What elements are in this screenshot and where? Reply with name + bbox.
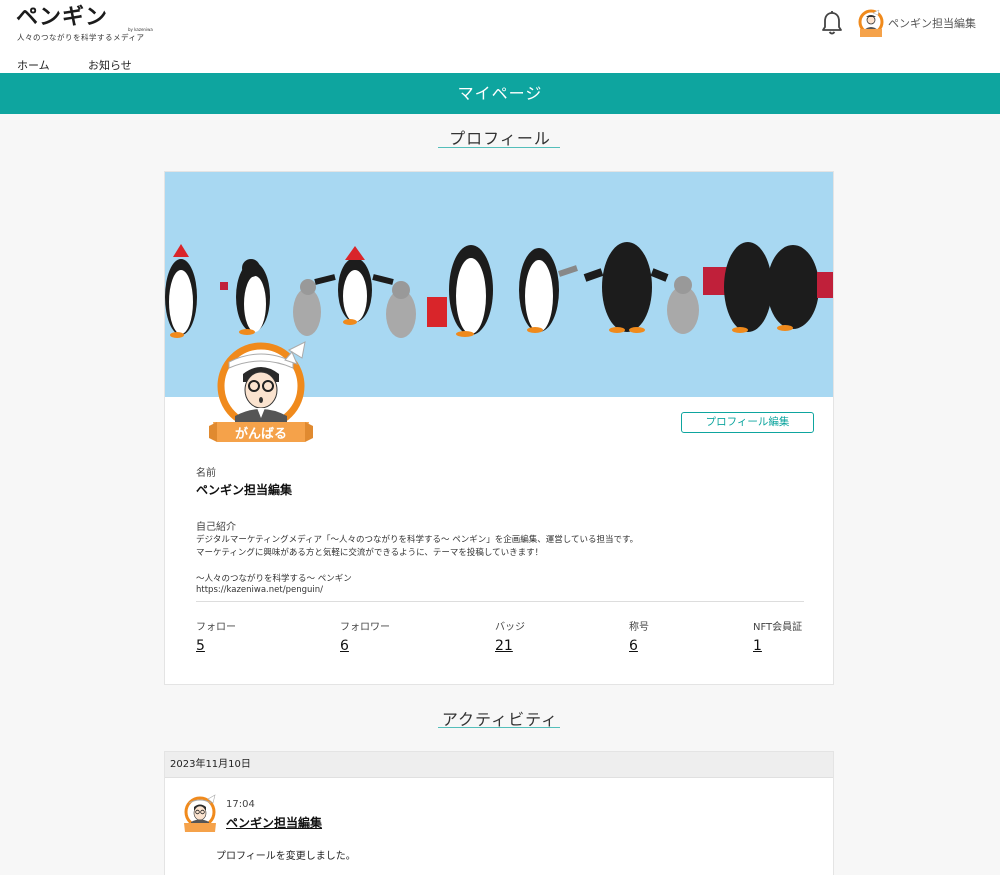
- stat-followers: フォロワー 6: [340, 618, 390, 654]
- stat-value-link[interactable]: 6: [629, 638, 649, 654]
- activity-message: プロフィールを変更しました。: [216, 851, 356, 862]
- bio-line: 〜人々のつながりを科学する〜 ペンギン: [196, 574, 352, 584]
- stat-label: フォロワー: [340, 622, 390, 633]
- site-header: ペンギン by kazeniwa 人々のつながりを科学するメディア ペンギン担当…: [0, 0, 1000, 73]
- activity-user-link[interactable]: ペンギン担当編集: [226, 814, 322, 831]
- notification-bell-icon[interactable]: [820, 10, 844, 36]
- profile-card: がんばる プロフィール編集 名前 ペンギン担当編集 自己紹介 デジタルマーケティ…: [164, 171, 834, 685]
- header-user-name[interactable]: ペンギン担当編集: [888, 15, 976, 31]
- activity-time: 17:04: [226, 799, 255, 810]
- stat-value-link[interactable]: 1: [753, 638, 802, 654]
- stat-titles: 称号 6: [629, 618, 649, 654]
- page-title-banner: マイページ: [0, 73, 1000, 114]
- stat-value-link[interactable]: 6: [340, 638, 390, 654]
- stat-follow: フォロー 5: [196, 618, 236, 654]
- bio-label: 自己紹介: [196, 522, 236, 533]
- name-label: 名前: [196, 468, 216, 479]
- nav-home[interactable]: ホーム: [17, 57, 50, 73]
- stat-value-link[interactable]: 5: [196, 638, 236, 654]
- stat-nft-membership: NFT会員証 1: [753, 618, 802, 654]
- stat-label: NFT会員証: [753, 622, 803, 633]
- bio-line: マーケティングに興味がある方と気軽に交流ができるように、テーマを投稿していきます…: [196, 548, 544, 558]
- stat-badges: バッジ 21: [495, 618, 525, 654]
- stat-value-link[interactable]: 21: [495, 638, 525, 654]
- stat-label: 称号: [629, 622, 649, 633]
- site-logo[interactable]: ペンギン by kazeniwa 人々のつながりを科学するメディア: [16, 5, 166, 42]
- activity-user-avatar-icon[interactable]: [182, 794, 218, 834]
- profile-avatar-icon: がんばる: [209, 341, 313, 442]
- logo-tagline: 人々のつながりを科学するメディア: [17, 33, 145, 42]
- activity-date-header: 2023年11月10日: [165, 752, 833, 778]
- bio-line: デジタルマーケティングメディア「〜人々のつながりを科学する〜 ペンギン」を企画編…: [196, 535, 639, 545]
- edit-profile-button[interactable]: プロフィール編集: [681, 412, 814, 433]
- nav-notices[interactable]: お知らせ: [88, 57, 132, 73]
- bio-link[interactable]: https://kazeniwa.net/penguin/: [196, 585, 323, 595]
- profile-section-title: プロフィール: [449, 129, 551, 148]
- profile-title-underline: [438, 147, 560, 148]
- profile-name: ペンギン担当編集: [196, 483, 293, 497]
- user-avatar-icon[interactable]: [857, 9, 885, 39]
- stats-divider: [196, 601, 804, 602]
- avatar-badge-text: がんばる: [235, 426, 287, 442]
- logo-title: ペンギン: [16, 5, 109, 30]
- activity-title-underline: [438, 727, 560, 728]
- activity-card: 2023年11月10日 17:04 ペンギン担当編集 プロフィールを変更しました…: [164, 751, 834, 875]
- stat-label: バッジ: [495, 622, 525, 633]
- stat-label: フォロー: [196, 622, 236, 633]
